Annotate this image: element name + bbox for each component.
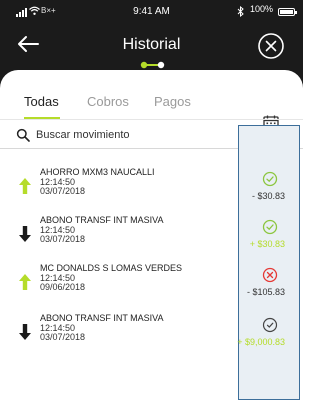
- pending-icon: [262, 317, 278, 333]
- close-button[interactable]: [257, 32, 285, 60]
- close-icon: [258, 33, 284, 59]
- transaction-name: AHORRO MXM3 NAUCALLI: [40, 167, 155, 177]
- tab-cobros[interactable]: Cobros: [87, 94, 129, 109]
- status-bar: B×+ 9:41 AM 100%: [0, 4, 303, 20]
- content-sheet: Todas Cobros Pagos Buscar movimiento AHO…: [0, 70, 303, 400]
- transaction-amount: + $30.83: [249, 239, 285, 249]
- transaction-amount: + $9,000.83: [237, 337, 285, 347]
- bluetooth-icon: [237, 5, 244, 19]
- transaction-row[interactable]: ABONO TRANSF INT MASIVA 12:14:50 03/07/2…: [0, 215, 303, 263]
- battery-percent: 100%: [250, 4, 274, 14]
- arrow-down-icon: [18, 323, 32, 341]
- tab-todas[interactable]: Todas: [24, 94, 59, 109]
- transaction-date: 03/07/2018: [40, 234, 86, 244]
- transaction-row[interactable]: MC DONALDS S LOMAS VERDES 12:14:50 09/06…: [0, 263, 303, 311]
- transaction-date: 03/07/2018: [40, 332, 86, 342]
- success-icon: [262, 219, 278, 235]
- transaction-name: ABONO TRANSF INT MASIVA: [40, 313, 164, 323]
- success-icon: [262, 171, 278, 187]
- transaction-amount: - $30.83: [251, 191, 285, 201]
- transaction-name: MC DONALDS S LOMAS VERDES: [40, 263, 183, 273]
- tabs-divider: [0, 119, 303, 120]
- tab-pagos[interactable]: Pagos: [154, 94, 191, 109]
- transaction-date: 03/07/2018: [40, 186, 86, 196]
- transaction-amount: - $105.83: [246, 287, 285, 297]
- transaction-date: 09/06/2018: [40, 282, 86, 292]
- transaction-row[interactable]: ABONO TRANSF INT MASIVA 12:14:50 03/07/2…: [0, 313, 303, 361]
- battery-icon: [278, 8, 297, 16]
- arrow-up-icon: [18, 177, 32, 195]
- search-placeholder: Buscar movimiento: [36, 129, 130, 141]
- error-icon: [262, 267, 278, 283]
- arrow-down-icon: [18, 225, 32, 243]
- pager-dots: [140, 56, 166, 69]
- search-icon: [16, 128, 30, 142]
- transaction-name: ABONO TRANSF INT MASIVA: [40, 215, 164, 225]
- transaction-row[interactable]: AHORRO MXM3 NAUCALLI 12:14:50 03/07/2018…: [0, 167, 303, 215]
- arrow-up-icon: [18, 273, 32, 291]
